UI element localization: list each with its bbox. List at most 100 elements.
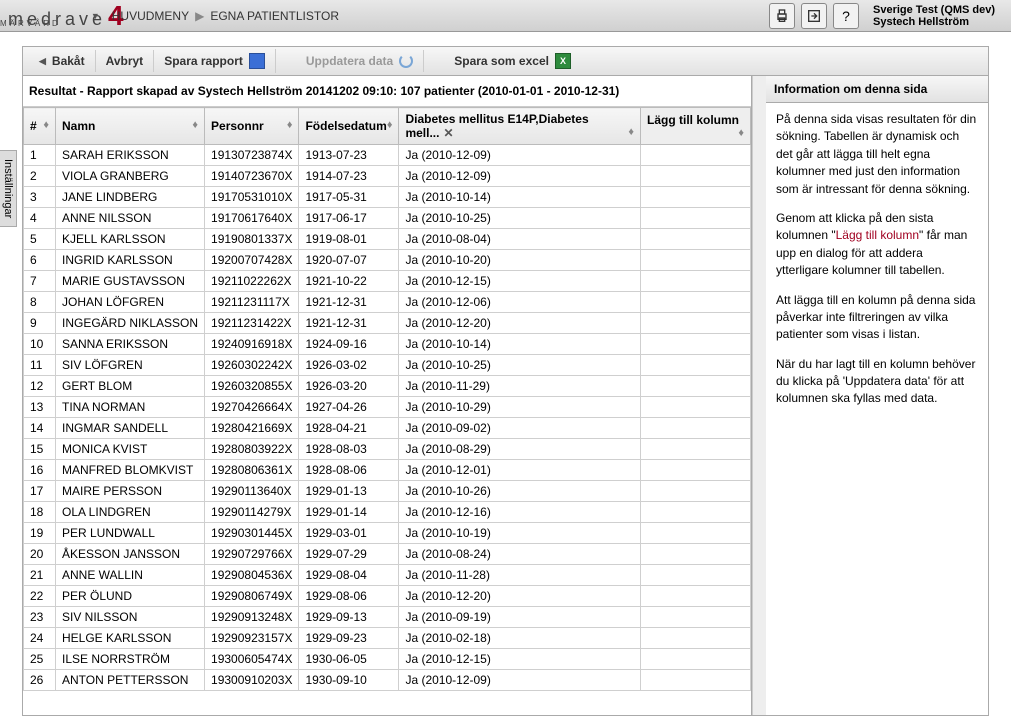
table-row[interactable]: 3JANE LINDBERG19170531010X1917-05-31Ja (… bbox=[24, 187, 751, 208]
cell-name: ÅKESSON JANSSON bbox=[56, 544, 205, 565]
cell-dob: 1929-09-23 bbox=[299, 628, 399, 649]
table-row[interactable]: 19PER LUNDWALL19290301445X1929-03-01Ja (… bbox=[24, 523, 751, 544]
cell-addcol bbox=[641, 229, 751, 250]
cell-addcol bbox=[641, 628, 751, 649]
save-report-button[interactable]: Spara rapport bbox=[154, 49, 276, 73]
cell-addcol bbox=[641, 271, 751, 292]
info-panel: Information om denna sida På denna sida … bbox=[766, 76, 988, 715]
cell-personnr: 19280803922X bbox=[205, 439, 299, 460]
table-row[interactable]: 22PER ÖLUND19290806749X1929-08-06Ja (201… bbox=[24, 586, 751, 607]
table-row[interactable]: 15MONICA KVIST19280803922X1928-08-03Ja (… bbox=[24, 439, 751, 460]
save-excel-button[interactable]: Spara som excelX bbox=[444, 49, 581, 73]
cell-num: 10 bbox=[24, 334, 56, 355]
col-header-dob[interactable]: Födelsedatum♦ bbox=[299, 108, 399, 145]
cell-name: MARIE GUSTAVSSON bbox=[56, 271, 205, 292]
cell-name: GERT BLOM bbox=[56, 376, 205, 397]
cell-dob: 1913-07-23 bbox=[299, 145, 399, 166]
update-data-button[interactable]: Uppdatera data bbox=[296, 50, 424, 72]
table-row[interactable]: 9INGEGÄRD NIKLASSON19211231422X1921-12-3… bbox=[24, 313, 751, 334]
table-row[interactable]: 18OLA LINDGREN19290114279X1929-01-14Ja (… bbox=[24, 502, 751, 523]
cancel-button[interactable]: Avbryt bbox=[96, 50, 155, 72]
cell-diag: Ja (2010-09-19) bbox=[399, 607, 641, 628]
cell-dob: 1921-12-31 bbox=[299, 292, 399, 313]
cell-dob: 1928-08-03 bbox=[299, 439, 399, 460]
table-row[interactable]: 5KJELL KARLSSON19190801337X1919-08-01Ja … bbox=[24, 229, 751, 250]
table-row[interactable]: 25ILSE NORRSTRÖM19300605474X1930-06-05Ja… bbox=[24, 649, 751, 670]
cell-diag: Ja (2010-12-15) bbox=[399, 271, 641, 292]
col-header-add-column[interactable]: Lägg till kolumn♦ bbox=[641, 108, 751, 145]
cell-diag: Ja (2010-11-29) bbox=[399, 376, 641, 397]
table-row[interactable]: 20ÅKESSON JANSSON19290729766X1929-07-29J… bbox=[24, 544, 751, 565]
cell-dob: 1921-10-22 bbox=[299, 271, 399, 292]
cell-name: JOHAN LÖFGREN bbox=[56, 292, 205, 313]
cell-personnr: 19130723874X bbox=[205, 145, 299, 166]
table-row[interactable]: 6INGRID KARLSSON19200707428X1920-07-07Ja… bbox=[24, 250, 751, 271]
cell-addcol bbox=[641, 418, 751, 439]
results-table-container[interactable]: #♦ Namn♦ Personnr♦ Födelsedatum♦ Diabete… bbox=[23, 107, 751, 715]
cell-num: 8 bbox=[24, 292, 56, 313]
cell-num: 2 bbox=[24, 166, 56, 187]
cell-name: SARAH ERIKSSON bbox=[56, 145, 205, 166]
table-row[interactable]: 7MARIE GUSTAVSSON19211022262X1921-10-22J… bbox=[24, 271, 751, 292]
cell-addcol bbox=[641, 670, 751, 691]
table-row[interactable]: 1SARAH ERIKSSON19130723874X1913-07-23Ja … bbox=[24, 145, 751, 166]
col-header-personnr[interactable]: Personnr♦ bbox=[205, 108, 299, 145]
table-row[interactable]: 14INGMAR SANDELL19280421669X1928-04-21Ja… bbox=[24, 418, 751, 439]
table-row[interactable]: 17MAIRE PERSSON19290113640X1929-01-13Ja … bbox=[24, 481, 751, 502]
settings-side-tab[interactable]: Inställningar bbox=[0, 150, 17, 227]
print-icon[interactable] bbox=[769, 3, 795, 29]
table-row[interactable]: 11SIV LÖFGREN19260302242X1926-03-02Ja (2… bbox=[24, 355, 751, 376]
col-header-diagnosis[interactable]: Diabetes mellitus E14P,Diabetes mell...✕… bbox=[399, 108, 641, 145]
table-row[interactable]: 26ANTON PETTERSSON19300910203X1930-09-10… bbox=[24, 670, 751, 691]
cell-diag: Ja (2010-10-25) bbox=[399, 208, 641, 229]
cell-name: VIOLA GRANBERG bbox=[56, 166, 205, 187]
cell-addcol bbox=[641, 481, 751, 502]
cell-name: OLA LINDGREN bbox=[56, 502, 205, 523]
cell-diag: Ja (2010-09-02) bbox=[399, 418, 641, 439]
cell-personnr: 19280421669X bbox=[205, 418, 299, 439]
col-header-num[interactable]: #♦ bbox=[24, 108, 56, 145]
cell-num: 6 bbox=[24, 250, 56, 271]
cell-diag: Ja (2010-10-14) bbox=[399, 187, 641, 208]
cell-personnr: 19211231422X bbox=[205, 313, 299, 334]
cell-addcol bbox=[641, 544, 751, 565]
cell-num: 17 bbox=[24, 481, 56, 502]
table-row[interactable]: 12GERT BLOM19260320855X1926-03-20Ja (201… bbox=[24, 376, 751, 397]
table-row[interactable]: 16MANFRED BLOMKVIST19280806361X1928-08-0… bbox=[24, 460, 751, 481]
cell-dob: 1919-08-01 bbox=[299, 229, 399, 250]
cell-personnr: 19190801337X bbox=[205, 229, 299, 250]
cell-addcol bbox=[641, 460, 751, 481]
table-row[interactable]: 21ANNE WALLIN19290804536X1929-08-04Ja (2… bbox=[24, 565, 751, 586]
remove-column-icon[interactable]: ✕ bbox=[443, 126, 453, 140]
table-row[interactable]: 2VIOLA GRANBERG19140723670X1914-07-23Ja … bbox=[24, 166, 751, 187]
back-button[interactable]: ◀Bakåt bbox=[29, 50, 96, 72]
cell-dob: 1929-03-01 bbox=[299, 523, 399, 544]
scrollbar[interactable] bbox=[752, 76, 766, 715]
dropdown-icon[interactable]: ▼ bbox=[91, 11, 100, 21]
cell-personnr: 19240916918X bbox=[205, 334, 299, 355]
help-icon[interactable]: ? bbox=[833, 3, 859, 29]
cell-personnr: 19211022262X bbox=[205, 271, 299, 292]
table-row[interactable]: 13TINA NORMAN19270426664X1927-04-26Ja (2… bbox=[24, 397, 751, 418]
cell-num: 23 bbox=[24, 607, 56, 628]
cell-name: PER ÖLUND bbox=[56, 586, 205, 607]
breadcrumb: HUVUDMENY ▶ EGNA PATIENTLISTOR bbox=[112, 9, 339, 23]
table-row[interactable]: 23SIV NILSSON19290913248X1929-09-13Ja (2… bbox=[24, 607, 751, 628]
cell-addcol bbox=[641, 523, 751, 544]
info-p4: När du har lagt till en kolumn behöver d… bbox=[776, 356, 978, 408]
table-row[interactable]: 10SANNA ERIKSSON19240916918X1924-09-16Ja… bbox=[24, 334, 751, 355]
col-header-name[interactable]: Namn♦ bbox=[56, 108, 205, 145]
breadcrumb-main[interactable]: HUVUDMENY bbox=[112, 9, 189, 23]
cell-addcol bbox=[641, 355, 751, 376]
cell-num: 9 bbox=[24, 313, 56, 334]
cell-diag: Ja (2010-11-28) bbox=[399, 565, 641, 586]
cell-personnr: 19170617640X bbox=[205, 208, 299, 229]
cell-dob: 1914-07-23 bbox=[299, 166, 399, 187]
cell-diag: Ja (2010-12-15) bbox=[399, 649, 641, 670]
table-row[interactable]: 8JOHAN LÖFGREN19211231117X1921-12-31Ja (… bbox=[24, 292, 751, 313]
cell-diag: Ja (2010-10-26) bbox=[399, 481, 641, 502]
table-row[interactable]: 4ANNE NILSSON19170617640X1917-06-17Ja (2… bbox=[24, 208, 751, 229]
export-icon[interactable] bbox=[801, 3, 827, 29]
cell-num: 26 bbox=[24, 670, 56, 691]
table-row[interactable]: 24HELGE KARLSSON19290923157X1929-09-23Ja… bbox=[24, 628, 751, 649]
